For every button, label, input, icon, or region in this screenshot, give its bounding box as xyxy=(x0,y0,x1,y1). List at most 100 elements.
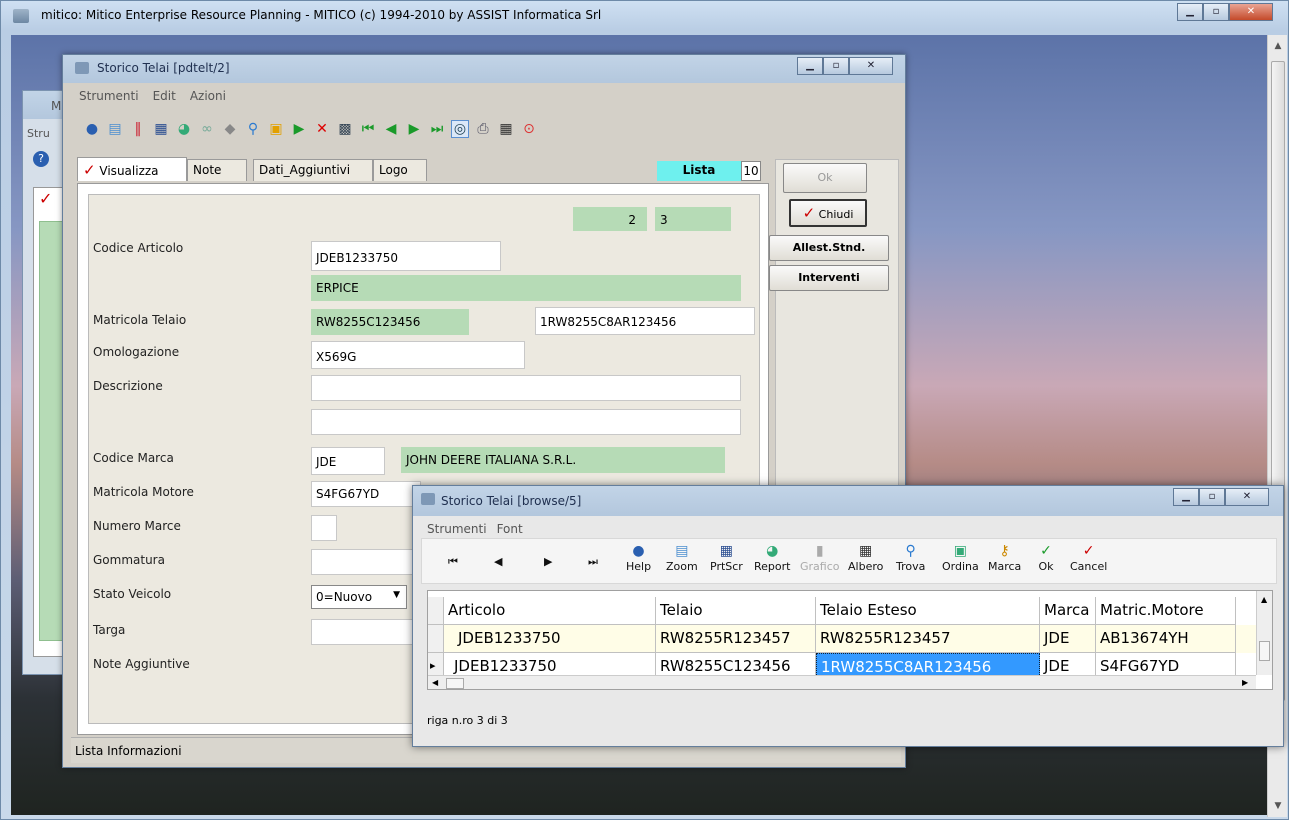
matricola-motore-field[interactable]: S4FG67YD xyxy=(311,481,421,507)
diamond-icon[interactable]: ◆ xyxy=(221,120,239,138)
menu-font[interactable]: Font xyxy=(497,522,523,536)
albero-button[interactable]: ▦ Albero xyxy=(848,542,883,573)
stop-icon[interactable]: ⊙ xyxy=(520,120,538,138)
chevron-down-icon: ▼ xyxy=(393,590,400,600)
export-icon[interactable]: ▶ xyxy=(290,120,308,138)
maximize-icon[interactable]: ▫ xyxy=(823,57,849,75)
calculator-icon[interactable]: ▩ xyxy=(336,120,354,138)
new-icon[interactable]: ▣ xyxy=(267,120,285,138)
gommatura-field[interactable] xyxy=(311,549,421,575)
minimize-icon[interactable]: ▁ xyxy=(1173,488,1199,506)
last-record-icon[interactable]: ⏭ xyxy=(588,555,598,569)
tab-note[interactable]: Note xyxy=(187,159,247,181)
interventi-button[interactable]: Interventi xyxy=(769,265,889,291)
zoom-icon: ▤ xyxy=(675,543,689,559)
last-record-icon[interactable]: ⏭ xyxy=(428,120,446,138)
tab-visualizza[interactable]: ✓ Visualizza xyxy=(77,157,187,181)
trova-button[interactable]: ⚲ Trova xyxy=(896,542,925,573)
omologazione-field[interactable]: X569G xyxy=(311,341,525,369)
link-icon[interactable]: ∞ xyxy=(198,120,216,138)
previous-record-icon[interactable]: ◀ xyxy=(494,555,502,568)
numero-marce-field[interactable] xyxy=(311,515,337,541)
targa-field[interactable] xyxy=(311,619,421,645)
close-icon[interactable]: ✕ xyxy=(1229,3,1273,21)
browse-window[interactable]: Storico Telai [browse/5] ▁ ▫ ✕ Strumenti… xyxy=(412,485,1284,747)
tab-dati-aggiuntivi[interactable]: Dati_Aggiuntivi xyxy=(253,159,373,181)
report-icon[interactable]: ◕ xyxy=(175,120,193,138)
tree-icon[interactable]: ▦ xyxy=(497,120,515,138)
codice-articolo-field[interactable]: JDEB1233750 xyxy=(311,241,501,271)
cancel-button[interactable]: ✓ Cancel xyxy=(1070,542,1107,573)
first-record-icon[interactable]: ⏮ xyxy=(359,120,377,138)
scroll-thumb[interactable] xyxy=(1259,641,1270,661)
grafico-button[interactable]: ▮ Grafico xyxy=(800,542,840,573)
print-icon[interactable]: ⎙ xyxy=(474,120,492,138)
scroll-up-icon[interactable]: ▲ xyxy=(1261,595,1267,604)
refresh-icon[interactable]: ◎ xyxy=(451,120,469,138)
grid-header: Articolo Telaio Telaio Esteso Marca Matr… xyxy=(428,597,1256,625)
ok-button[interactable]: Ok xyxy=(783,163,867,193)
search-icon: ⚲ xyxy=(905,543,916,559)
zoom-icon[interactable]: ▤ xyxy=(106,120,124,138)
next-record-icon[interactable]: ▶ xyxy=(405,120,423,138)
monitor-icon[interactable]: ▦ xyxy=(152,120,170,138)
tab-logo[interactable]: Logo xyxy=(373,159,427,181)
help-button[interactable]: ● Help xyxy=(626,542,651,573)
prtscr-button[interactable]: ▦ PrtScr xyxy=(710,542,743,573)
help-icon[interactable]: ? xyxy=(33,151,49,167)
grid-vertical-scrollbar[interactable]: ▲ xyxy=(1256,591,1272,675)
matricola-telaio-field[interactable]: RW8255C123456 xyxy=(311,309,469,335)
scroll-down-icon[interactable]: ▼ xyxy=(1268,797,1288,815)
minimize-icon[interactable]: ▁ xyxy=(797,57,823,75)
scroll-thumb[interactable] xyxy=(446,678,464,689)
descrizione-field-1[interactable] xyxy=(311,375,741,401)
allest-stnd-button[interactable]: Allest.Stnd. xyxy=(769,235,889,261)
col-articolo[interactable]: Articolo xyxy=(444,597,656,625)
maximize-icon[interactable]: ▫ xyxy=(1199,488,1225,506)
stato-veicolo-select[interactable]: 0=Nuovo ▼ xyxy=(311,585,407,609)
menu-azioni[interactable]: Azioni xyxy=(190,89,226,103)
grid-horizontal-scrollbar[interactable]: ◀ ▶ xyxy=(428,675,1256,689)
menu-strumenti[interactable]: Strumenti xyxy=(79,89,139,103)
storico-title: Storico Telai [pdtelt/2] xyxy=(97,61,230,75)
scroll-right-icon[interactable]: ▶ xyxy=(1242,678,1248,687)
col-telaio[interactable]: Telaio xyxy=(656,597,816,625)
menu-edit[interactable]: Edit xyxy=(153,89,176,103)
check-icon: ✓ xyxy=(802,204,816,222)
col-telaio-esteso[interactable]: Telaio Esteso xyxy=(816,597,1040,625)
report-icon: ◕ xyxy=(766,543,779,559)
label-targa: Targa xyxy=(93,623,126,637)
ordina-button[interactable]: ▣ Ordina xyxy=(942,542,979,573)
previous-record-icon[interactable]: ◀ xyxy=(382,120,400,138)
descrizione-field-2[interactable] xyxy=(311,409,741,435)
sort-icon: ▣ xyxy=(953,543,967,559)
ok-button[interactable]: ✓ Ok xyxy=(1038,542,1054,573)
search-icon[interactable]: ⚲ xyxy=(244,120,262,138)
close-icon[interactable]: ✕ xyxy=(1225,488,1269,506)
close-icon[interactable]: ✕ xyxy=(849,57,893,75)
label-matricola-motore: Matricola Motore xyxy=(93,485,194,499)
menu-strumenti[interactable]: Strumenti xyxy=(427,522,487,536)
delete-icon[interactable]: ✕ xyxy=(313,120,331,138)
main-title: mitico: Mitico Enterprise Resource Plann… xyxy=(41,8,602,22)
help-icon[interactable]: ● xyxy=(83,120,101,138)
scroll-left-icon[interactable]: ◀ xyxy=(432,678,438,687)
zoom-button[interactable]: ▤ Zoom xyxy=(666,542,698,573)
table-row[interactable]: JDEB1233750 RW8255R123457 RW8255R123457 … xyxy=(428,625,1256,653)
col-matric-motore[interactable]: Matric.Motore xyxy=(1096,597,1236,625)
col-marca[interactable]: Marca xyxy=(1040,597,1096,625)
counter-b: 3 xyxy=(655,207,731,231)
next-record-icon[interactable]: ▶ xyxy=(544,555,552,568)
first-record-icon[interactable]: ⏮ xyxy=(448,555,458,569)
separator-icon[interactable]: ‖ xyxy=(129,120,147,138)
report-button[interactable]: ◕ Report xyxy=(754,542,790,573)
label-note-aggiuntive: Note Aggiuntive xyxy=(93,657,190,671)
marca-button[interactable]: ⚷ Marca xyxy=(988,542,1021,573)
maximize-icon[interactable]: ▫ xyxy=(1203,3,1229,21)
scroll-up-icon[interactable]: ▲ xyxy=(1268,37,1288,55)
codice-marca-field[interactable]: JDE xyxy=(311,447,385,475)
chiudi-button[interactable]: ✓ Chiudi xyxy=(789,199,867,227)
minimize-icon[interactable]: ▁ xyxy=(1177,3,1203,21)
telaio-esteso-field[interactable]: 1RW8255C8AR123456 xyxy=(535,307,755,335)
back-window-menu[interactable]: Stru xyxy=(27,127,50,140)
